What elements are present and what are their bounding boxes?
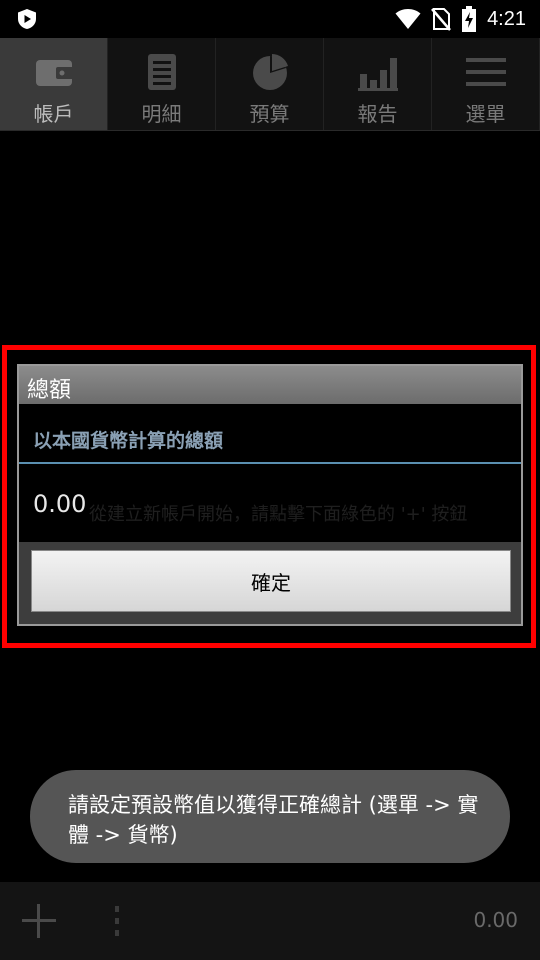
menu-icon <box>466 58 506 86</box>
tab-label: 帳戶 <box>33 102 74 126</box>
dialog-divider <box>19 462 521 464</box>
tab-label: 選單 <box>465 102 506 126</box>
more-vertical-icon[interactable] <box>112 904 122 938</box>
tab-accounts[interactable]: 帳戶 <box>0 38 108 130</box>
status-bar: 4:21 <box>0 0 540 38</box>
dialog-footer: 確定 <box>19 542 521 624</box>
tab-reports[interactable]: 報告 <box>324 38 432 130</box>
no-sim-icon <box>431 8 452 31</box>
wallet-icon <box>36 60 74 86</box>
pie-chart-icon <box>253 54 288 90</box>
dialog-titlebar: 總額 <box>19 366 521 404</box>
ok-button[interactable]: 確定 <box>31 550 511 612</box>
battery-charging-icon <box>462 6 477 32</box>
total-amount: 0.00 <box>473 908 518 932</box>
bar-chart-icon <box>358 58 398 91</box>
status-icons: 4:21 <box>395 5 526 33</box>
add-icon[interactable] <box>20 902 58 940</box>
total-dialog: 總額 以本國貨幣計算的總額 從建立新帳戶開始，請點擊下面綠色的 '+' 按鈕 0… <box>17 364 523 626</box>
list-icon <box>148 54 176 90</box>
tab-details[interactable]: 明細 <box>108 38 216 130</box>
status-time: 4:21 <box>487 7 526 30</box>
tab-label: 預算 <box>249 102 290 126</box>
background-hint-text: 從建立新帳戶開始，請點擊下面綠色的 '+' 按鈕 <box>89 504 468 525</box>
play-protect-icon <box>18 9 36 29</box>
tab-budget[interactable]: 預算 <box>216 38 324 130</box>
total-value: 0.00 <box>33 490 87 518</box>
dialog-title: 總額 <box>27 378 72 403</box>
tab-menu[interactable]: 選單 <box>432 38 540 130</box>
wifi-icon <box>395 9 421 29</box>
toast-message: 請設定預設幣值以獲得正確總計 (選單 -> 實體 -> 貨幣) <box>68 793 479 847</box>
tab-bar: 帳戶 明細 預算 報告 選單 <box>0 38 540 131</box>
dialog-subtitle: 以本國貨幣計算的總額 <box>33 430 224 452</box>
tab-label: 報告 <box>357 102 398 126</box>
bottom-bar: 0.00 <box>0 882 540 960</box>
toast: 請設定預設幣值以獲得正確總計 (選單 -> 實體 -> 貨幣) <box>30 770 510 863</box>
tab-label: 明細 <box>141 102 182 126</box>
